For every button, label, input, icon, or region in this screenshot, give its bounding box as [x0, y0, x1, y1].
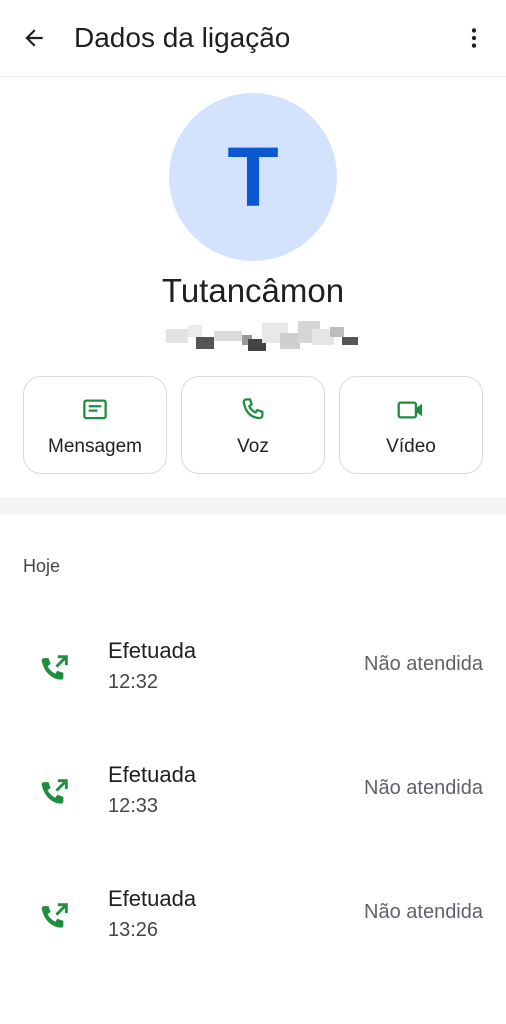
more-vert-icon — [471, 28, 477, 48]
call-type: Efetuada — [108, 762, 197, 787]
contact-header: T Tutancâmon Mensagem Voz Vídeo — [0, 77, 506, 497]
message-icon — [83, 399, 107, 420]
call-history-row[interactable]: Efetuada 12:33 Não atendida — [0, 737, 506, 841]
outgoing-call-icon — [41, 903, 68, 928]
page-title: Dados da ligação — [74, 22, 291, 53]
more-options-button[interactable] — [454, 18, 494, 58]
message-button-label: Mensagem — [48, 436, 142, 457]
video-button-label: Vídeo — [386, 436, 436, 457]
call-time: 12:33 — [108, 795, 159, 817]
call-type: Efetuada — [108, 886, 197, 911]
avatar[interactable]: T — [169, 93, 337, 261]
voice-call-button[interactable]: Voz — [181, 376, 325, 474]
call-status: Não atendida — [364, 777, 483, 799]
history-section-label: Hoje — [23, 556, 61, 576]
back-button[interactable] — [14, 18, 54, 58]
call-type: Efetuada — [108, 638, 197, 663]
call-status: Não atendida — [364, 901, 483, 923]
message-button[interactable]: Mensagem — [23, 376, 167, 474]
call-time: 12:32 — [108, 671, 159, 693]
voice-button-label: Voz — [237, 436, 269, 457]
call-history-row[interactable]: Efetuada 12:32 Não atendida — [0, 613, 506, 717]
avatar-letter: T — [227, 130, 279, 224]
redacted-phone-number — [162, 319, 362, 353]
call-status: Não atendida — [364, 653, 483, 675]
top-app-bar: Dados da ligação — [0, 0, 506, 77]
contact-name: Tutancâmon — [161, 272, 345, 309]
phone-number — [162, 319, 163, 320]
arrow-back-icon — [25, 29, 43, 47]
call-details-screen: Dados da ligação T Tutancâmon Mensagem V… — [0, 0, 506, 1024]
outgoing-call-icon — [41, 655, 68, 680]
call-history-row[interactable]: Efetuada 13:26 Não atendida — [0, 861, 506, 965]
videocam-icon — [397, 401, 423, 419]
video-call-button[interactable]: Vídeo — [339, 376, 483, 474]
outgoing-call-icon — [41, 779, 68, 804]
phone-icon — [242, 398, 264, 420]
section-divider — [0, 497, 506, 515]
call-time: 13:26 — [108, 919, 159, 941]
